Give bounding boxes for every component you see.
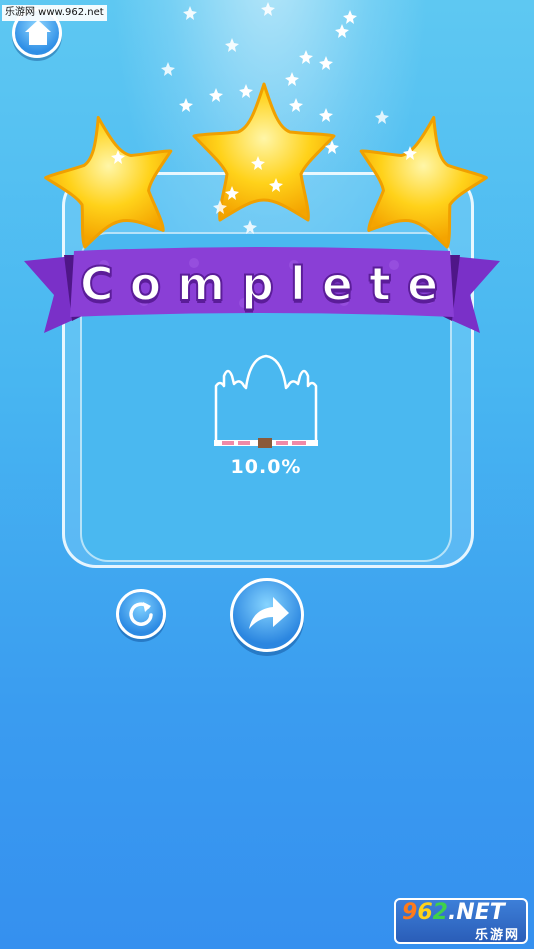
watermark-digit: 2 <box>432 900 448 925</box>
star-icon <box>359 115 488 249</box>
progress-percent: 10.0% <box>230 456 302 478</box>
home-icon <box>25 20 51 45</box>
star-icon <box>192 82 336 222</box>
retry-button[interactable] <box>116 589 166 639</box>
watermark-digit: 6 <box>417 900 433 925</box>
site-watermark-logo: 962.NET 乐游网 <box>394 898 528 944</box>
castle-outline-image <box>214 354 318 448</box>
watermark-brand: 962.NET <box>402 901 505 925</box>
retry-icon <box>129 602 153 626</box>
next-arrow-icon <box>249 597 289 629</box>
site-watermark-top: 乐游网 www.962.net <box>2 5 107 21</box>
star-icon <box>44 115 173 249</box>
watermark-suffix: .NET <box>447 900 505 925</box>
next-button[interactable] <box>230 578 304 652</box>
watermark-digit: 9 <box>402 900 418 925</box>
complete-title: Complete <box>79 256 455 312</box>
watermark-sub: 乐游网 <box>474 928 520 943</box>
